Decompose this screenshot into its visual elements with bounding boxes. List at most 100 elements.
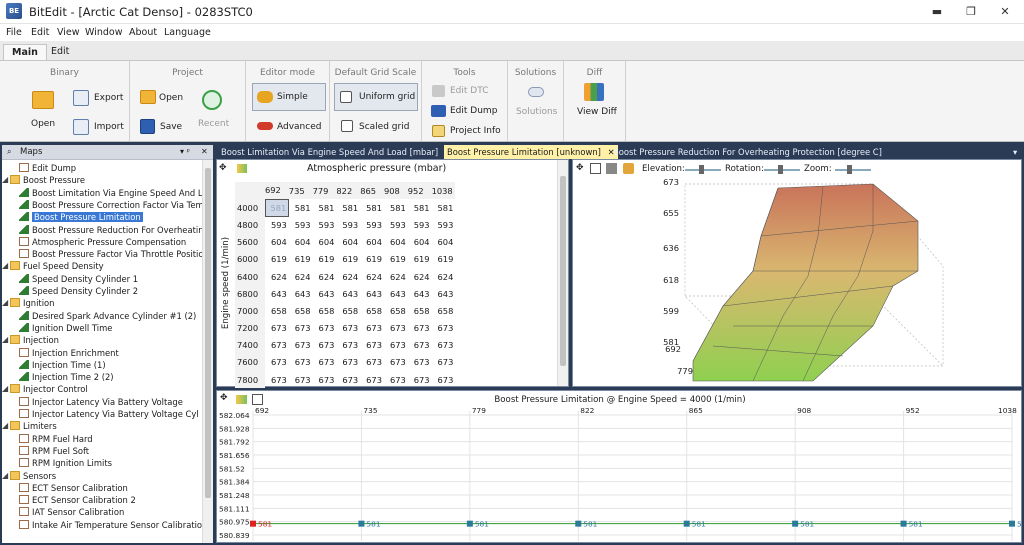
- table-cell[interactable]: 643: [360, 285, 384, 302]
- tree-folder[interactable]: Ignition: [10, 297, 54, 309]
- tree-item[interactable]: Injection Enrichment: [19, 347, 119, 359]
- table-scrollbar[interactable]: [557, 160, 568, 386]
- tree-folder[interactable]: Limiters: [10, 420, 57, 432]
- data-point[interactable]: [466, 520, 473, 527]
- tree-item[interactable]: Edit Dump: [19, 162, 76, 174]
- tree-item[interactable]: IAT Sensor Calibration: [19, 506, 124, 518]
- table-cell[interactable]: 624: [289, 268, 313, 285]
- table-cell[interactable]: 658: [313, 302, 337, 319]
- table-cell[interactable]: 604: [336, 234, 360, 251]
- collapse-icon[interactable]: ◢: [2, 336, 10, 344]
- recent-button[interactable]: Recent: [198, 119, 229, 129]
- color-map-icon[interactable]: [237, 164, 247, 173]
- table-cell[interactable]: 673: [313, 354, 337, 371]
- table-cell[interactable]: 619: [289, 251, 313, 268]
- table-cell[interactable]: 619: [265, 251, 289, 268]
- data-point[interactable]: [683, 520, 690, 527]
- table-cell[interactable]: 643: [289, 285, 313, 302]
- tree-item[interactable]: Injector Latency Via Battery Voltage: [19, 396, 183, 408]
- advanced-mode-button[interactable]: Advanced: [277, 122, 321, 132]
- data-point[interactable]: [358, 520, 365, 527]
- menu-language[interactable]: Language: [164, 27, 211, 38]
- table-cell[interactable]: 673: [384, 337, 408, 354]
- view-diff-button[interactable]: View Diff: [577, 107, 617, 117]
- table-cell[interactable]: 673: [360, 337, 384, 354]
- binary-open-button[interactable]: Open: [31, 119, 55, 129]
- table-cell[interactable]: 593: [289, 216, 313, 233]
- table-cell[interactable]: 658: [289, 302, 313, 319]
- doc-tab-boost-limitation[interactable]: Boost Limitation Via Engine Speed And Lo…: [218, 145, 441, 159]
- data-point[interactable]: [1009, 520, 1015, 527]
- table-cell[interactable]: 673: [432, 354, 456, 371]
- project-open-button[interactable]: Open: [159, 93, 183, 103]
- table-cell[interactable]: 619: [313, 251, 337, 268]
- minimize-button[interactable]: ▬: [920, 0, 954, 24]
- collapse-icon[interactable]: ◢: [2, 176, 10, 184]
- tree-folder[interactable]: Fuel Speed Density: [10, 260, 104, 272]
- table-scroll-thumb[interactable]: [560, 176, 566, 366]
- table-cell[interactable]: 619: [384, 251, 408, 268]
- data-point[interactable]: [575, 520, 582, 527]
- table-cell[interactable]: 619: [432, 251, 456, 268]
- table-cell[interactable]: 673: [432, 320, 456, 337]
- tree-scrollbar[interactable]: [202, 160, 213, 543]
- tree-item[interactable]: Injector Latency Via Battery Voltage Cyl…: [19, 408, 202, 420]
- table-cell[interactable]: 673: [313, 320, 337, 337]
- collapse-icon[interactable]: ◢: [2, 299, 10, 307]
- table-cell[interactable]: 624: [360, 268, 384, 285]
- table-cell[interactable]: 593: [384, 216, 408, 233]
- tree-item[interactable]: Boost Limitation Via Engine Speed And Lo…: [19, 187, 202, 199]
- table-cell[interactable]: 604: [289, 234, 313, 251]
- edit-dump-button[interactable]: Edit Dump: [450, 106, 497, 116]
- table-cell[interactable]: 593: [336, 216, 360, 233]
- elevation-slider[interactable]: [685, 165, 721, 174]
- menu-view[interactable]: View: [57, 27, 80, 38]
- simple-mode-button[interactable]: Simple: [252, 83, 326, 111]
- tree-item[interactable]: Intake Air Temperature Sensor Calibratio…: [19, 519, 202, 531]
- table-cell[interactable]: 658: [360, 302, 384, 319]
- grid-toggle-icon[interactable]: [590, 163, 601, 174]
- table-cell[interactable]: 619: [360, 251, 384, 268]
- restore-button[interactable]: ❐: [954, 0, 988, 24]
- tree-item[interactable]: ECT Sensor Calibration 2: [19, 494, 136, 506]
- table-cell[interactable]: 593: [313, 216, 337, 233]
- table-cell[interactable]: 593: [432, 216, 456, 233]
- table-cell[interactable]: 673: [265, 354, 289, 371]
- tree-item[interactable]: Boost Pressure Correction Factor Via Tem…: [19, 199, 202, 211]
- table-cell[interactable]: 673: [360, 320, 384, 337]
- tab-main[interactable]: Main: [3, 44, 47, 60]
- table-cell[interactable]: 581: [289, 199, 313, 216]
- menu-about[interactable]: About: [129, 27, 157, 38]
- zoom-slider[interactable]: [835, 165, 871, 174]
- export-button[interactable]: Export: [94, 93, 123, 103]
- plot-style-icon[interactable]: [606, 163, 617, 174]
- menu-window[interactable]: Window: [85, 27, 122, 38]
- table-cell[interactable]: 673: [432, 337, 456, 354]
- tree-item[interactable]: Speed Density Cylinder 1: [19, 273, 138, 285]
- menu-edit[interactable]: Edit: [31, 27, 49, 38]
- table-cell[interactable]: 643: [336, 285, 360, 302]
- table-cell[interactable]: 624: [313, 268, 337, 285]
- table-cell[interactable]: 673: [408, 354, 432, 371]
- table-cell[interactable]: 604: [384, 234, 408, 251]
- rotation-thumb[interactable]: [778, 165, 783, 174]
- maps-tree[interactable]: Edit Dump Boost Pressure ◢ Boost Limitation…: [2, 160, 202, 543]
- table-cell[interactable]: 658: [408, 302, 432, 319]
- tree-item[interactable]: Boost Pressure Reduction For Overheating: [19, 224, 202, 236]
- table-cell[interactable]: 673: [289, 337, 313, 354]
- table-cell[interactable]: 604: [360, 234, 384, 251]
- table-cell[interactable]: 673: [336, 371, 360, 388]
- table-cell[interactable]: 673: [336, 337, 360, 354]
- table-cell[interactable]: 581: [408, 199, 432, 216]
- collapse-icon[interactable]: ◢: [2, 471, 10, 480]
- table-cell[interactable]: 593: [265, 216, 289, 233]
- table-cell[interactable]: 581: [384, 199, 408, 216]
- tree-item[interactable]: RPM Fuel Soft: [19, 445, 89, 457]
- table-cell[interactable]: 593: [408, 216, 432, 233]
- tree-item[interactable]: RPM Ignition Limits: [19, 457, 112, 469]
- save-button[interactable]: Save: [160, 122, 182, 132]
- data-point[interactable]: [250, 520, 256, 527]
- uniform-grid-button[interactable]: Uniform grid: [334, 83, 418, 111]
- elevation-thumb[interactable]: [699, 165, 704, 174]
- doc-tab-boost-reduction[interactable]: Boost Pressure Reduction For Overheating…: [610, 145, 885, 159]
